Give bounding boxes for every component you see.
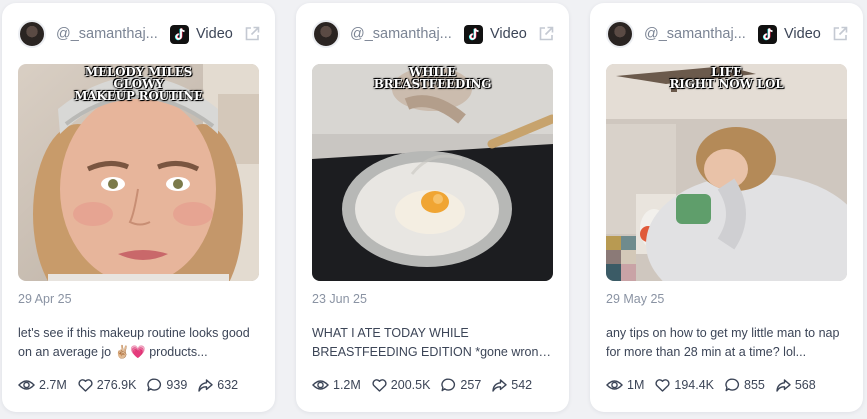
- post-date: 23 Jun 25: [312, 292, 367, 306]
- likes-count: 200.5K: [390, 378, 431, 392]
- tiktok-icon: [170, 24, 189, 44]
- likes-stat: 200.5K: [372, 378, 431, 392]
- post-date: 29 May 25: [606, 292, 665, 306]
- video-card[interactable]: @_samanthaj... Video: [2, 3, 275, 412]
- likes-count: 194.4K: [674, 378, 714, 392]
- comments-count: 939: [166, 378, 188, 392]
- tiktok-icon: [464, 24, 483, 44]
- shares-count: 542: [511, 378, 533, 392]
- views-count: 1M: [627, 378, 645, 392]
- shares-count: 568: [794, 378, 816, 392]
- username[interactable]: @_samanthaj...: [56, 26, 160, 42]
- external-link-icon[interactable]: [831, 25, 849, 43]
- post-date: 29 Apr 25: [18, 292, 72, 306]
- views-count: 2.7M: [39, 378, 67, 392]
- video-card-grid: @_samanthaj... Video MELODY MILES GLOWY …: [0, 0, 867, 419]
- eye-icon: [312, 380, 329, 390]
- avatar[interactable]: [606, 20, 634, 48]
- comment-icon: [147, 378, 162, 392]
- post-caption: let's see if this makeup routine looks g…: [18, 326, 250, 359]
- share-icon: [492, 378, 507, 392]
- eye-icon: [606, 380, 623, 390]
- post-caption: WHAT I ATE TODAY WHILE BREASTFEEDING EDI…: [312, 326, 546, 359]
- comments-stat: 257: [441, 378, 481, 392]
- likes-count: 276.9K: [96, 378, 137, 392]
- comments-stat: 939: [147, 378, 187, 392]
- video-card[interactable]: @_samanthaj... Video WHILE BREASTFEEDING…: [296, 3, 569, 412]
- avatar[interactable]: [312, 20, 340, 48]
- avatar[interactable]: [18, 20, 46, 48]
- likes-stat: 276.9K: [78, 378, 137, 392]
- thumbnail-overlay-text: WHILE BREASTFEEDING: [373, 65, 492, 91]
- views-stat: 1.2M: [312, 378, 361, 392]
- engagement-stats: 2.7M 276.9K 939 632: [18, 378, 263, 392]
- thumbnail-overlay-text: LIFE RIGHT NOW LOL: [669, 65, 784, 91]
- share-icon: [776, 378, 791, 392]
- views-stat: 2.7M: [18, 378, 67, 392]
- post-caption: any tips on how to get my little man to …: [606, 326, 840, 359]
- content-type-label: Video: [784, 26, 821, 42]
- views-stat: 1M: [606, 378, 644, 392]
- thumbnail-overlay-text: MELODY MILES GLOWY MAKEUP ROUTINE: [74, 65, 203, 103]
- likes-stat: 194.4K: [655, 378, 714, 392]
- comments-stat: 855: [725, 378, 765, 392]
- comment-icon: [441, 378, 456, 392]
- heart-icon: [78, 378, 93, 392]
- shares-stat: 632: [198, 378, 238, 392]
- engagement-stats: 1.2M 200.5K 257 542: [312, 378, 557, 392]
- username[interactable]: @_samanthaj...: [350, 26, 454, 42]
- card-header: @_samanthaj... Video: [312, 18, 555, 50]
- engagement-stats: 1M 194.4K 855 568: [606, 378, 851, 392]
- heart-icon: [372, 378, 387, 392]
- heart-icon: [655, 378, 670, 392]
- shares-count: 632: [217, 378, 239, 392]
- eye-icon: [18, 380, 35, 390]
- views-count: 1.2M: [333, 378, 361, 392]
- video-thumbnail[interactable]: MELODY MILES GLOWY MAKEUP ROUTINE: [18, 64, 259, 281]
- video-card[interactable]: @_samanthaj... Video: [590, 3, 863, 412]
- username[interactable]: @_samanthaj...: [644, 26, 748, 42]
- share-icon: [198, 378, 213, 392]
- comments-count: 855: [744, 378, 765, 392]
- content-type-label: Video: [196, 26, 233, 42]
- comments-count: 257: [460, 378, 482, 392]
- shares-stat: 568: [776, 378, 816, 392]
- video-thumbnail[interactable]: WHILE BREASTFEEDING: [312, 64, 553, 281]
- external-link-icon[interactable]: [537, 25, 555, 43]
- card-header: @_samanthaj... Video: [606, 18, 849, 50]
- shares-stat: 542: [492, 378, 532, 392]
- card-header: @_samanthaj... Video: [18, 18, 261, 50]
- content-type-label: Video: [490, 26, 527, 42]
- comment-icon: [725, 378, 740, 392]
- external-link-icon[interactable]: [243, 25, 261, 43]
- tiktok-icon: [758, 24, 777, 44]
- video-thumbnail[interactable]: LIFE RIGHT NOW LOL: [606, 64, 847, 281]
